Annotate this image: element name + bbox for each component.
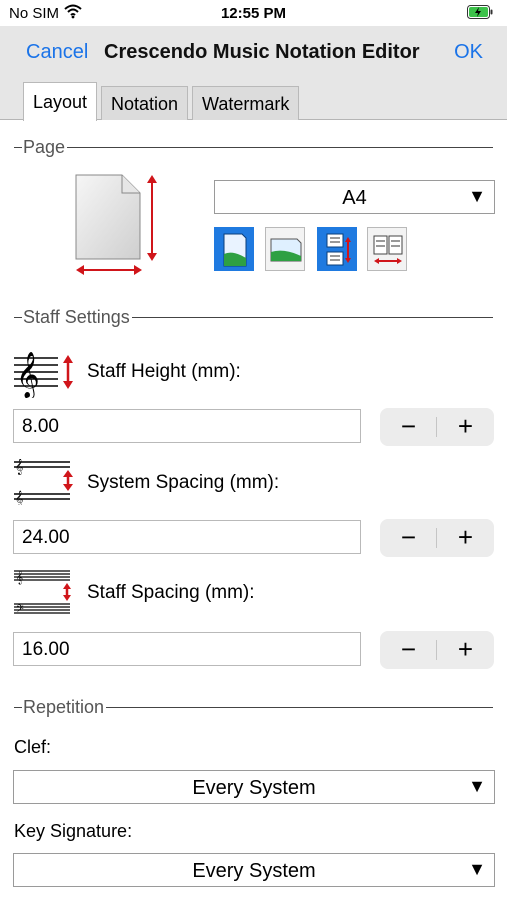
status-bar: No SIM 12:55 PM <box>0 0 507 26</box>
cancel-button[interactable]: Cancel <box>26 41 88 64</box>
staff-spacing-input[interactable]: 16.00 <box>13 632 361 666</box>
tab-bar: Layout Notation Watermark <box>0 80 507 121</box>
key-signature-label: Key Signature: <box>14 821 133 841</box>
svg-text:𝄞: 𝄞 <box>15 459 23 475</box>
fit-vertical-button[interactable] <box>317 227 357 271</box>
section-title: Staff Settings <box>23 306 130 327</box>
clock: 12:55 PM <box>220 5 287 22</box>
staff-spacing-icon: 𝄞 𝄢 <box>14 569 74 624</box>
staff-spacing-decrement-button[interactable]: − <box>380 631 437 669</box>
key-signature-dropdown[interactable]: Every System ▼ <box>13 853 495 887</box>
tab-layout[interactable]: Layout <box>23 82 98 121</box>
paper-size-value: A4 <box>342 187 367 209</box>
staff-spacing-increment-button[interactable]: + <box>437 631 494 669</box>
section-title: Repetition <box>23 696 105 717</box>
svg-text:𝄞: 𝄞 <box>15 491 23 505</box>
chevron-down-icon: ▼ <box>468 776 486 796</box>
landscape-icon <box>266 238 306 276</box>
key-signature-value: Every System <box>192 860 316 882</box>
fit-horizontal-button[interactable] <box>367 227 407 271</box>
system-spacing-stepper: − + <box>380 519 494 557</box>
chevron-down-icon: ▼ <box>468 186 486 206</box>
page-section-header: Page <box>14 136 493 158</box>
system-spacing-icon: 𝄞 𝄞 <box>14 459 74 510</box>
landscape-button[interactable] <box>265 227 305 271</box>
system-spacing-label: System Spacing (mm): <box>87 472 280 493</box>
staff-height-stepper: − + <box>380 408 494 446</box>
system-spacing-increment-button[interactable]: + <box>437 519 494 557</box>
portrait-icon <box>215 233 255 276</box>
svg-text:𝄢: 𝄢 <box>16 603 24 617</box>
page-size-icon <box>74 173 162 282</box>
battery-charging-icon <box>467 5 493 23</box>
section-title: Page <box>23 136 66 157</box>
svg-text:𝄞: 𝄞 <box>16 570 23 584</box>
clef-dropdown[interactable]: Every System ▼ <box>13 770 495 804</box>
layout-panel: Page A4 ▼ Staff Settings 𝄞 Staff Height … <box>0 121 507 900</box>
fit-vertical-icon <box>318 233 358 276</box>
paper-size-dropdown[interactable]: A4 ▼ <box>214 180 495 214</box>
staff-height-increment-button[interactable]: + <box>437 408 494 446</box>
fit-horizontal-icon <box>368 235 408 276</box>
navigation-bar: Cancel Crescendo Music Notation Editor O… <box>0 26 507 80</box>
staff-height-input[interactable]: 8.00 <box>13 409 361 443</box>
staff-height-decrement-button[interactable]: − <box>380 408 437 446</box>
portrait-button[interactable] <box>214 227 254 271</box>
system-spacing-input[interactable]: 24.00 <box>13 520 361 554</box>
clef-value: Every System <box>192 777 316 799</box>
staff-height-icon: 𝄞 <box>14 348 74 403</box>
ok-button[interactable]: OK <box>454 41 483 64</box>
chevron-down-icon: ▼ <box>468 859 486 879</box>
repetition-section-header: Repetition <box>14 696 493 718</box>
staff-spacing-stepper: − + <box>380 631 494 669</box>
staff-settings-section-header: Staff Settings <box>14 306 493 328</box>
page-title: Crescendo Music Notation Editor <box>104 41 420 63</box>
svg-text:𝄞: 𝄞 <box>16 352 40 398</box>
staff-spacing-label: Staff Spacing (mm): <box>87 582 255 603</box>
staff-height-label: Staff Height (mm): <box>87 361 241 382</box>
tab-notation[interactable]: Notation <box>101 86 189 120</box>
tab-watermark[interactable]: Watermark <box>192 86 300 120</box>
clef-label: Clef: <box>14 737 52 757</box>
system-spacing-decrement-button[interactable]: − <box>380 519 437 557</box>
